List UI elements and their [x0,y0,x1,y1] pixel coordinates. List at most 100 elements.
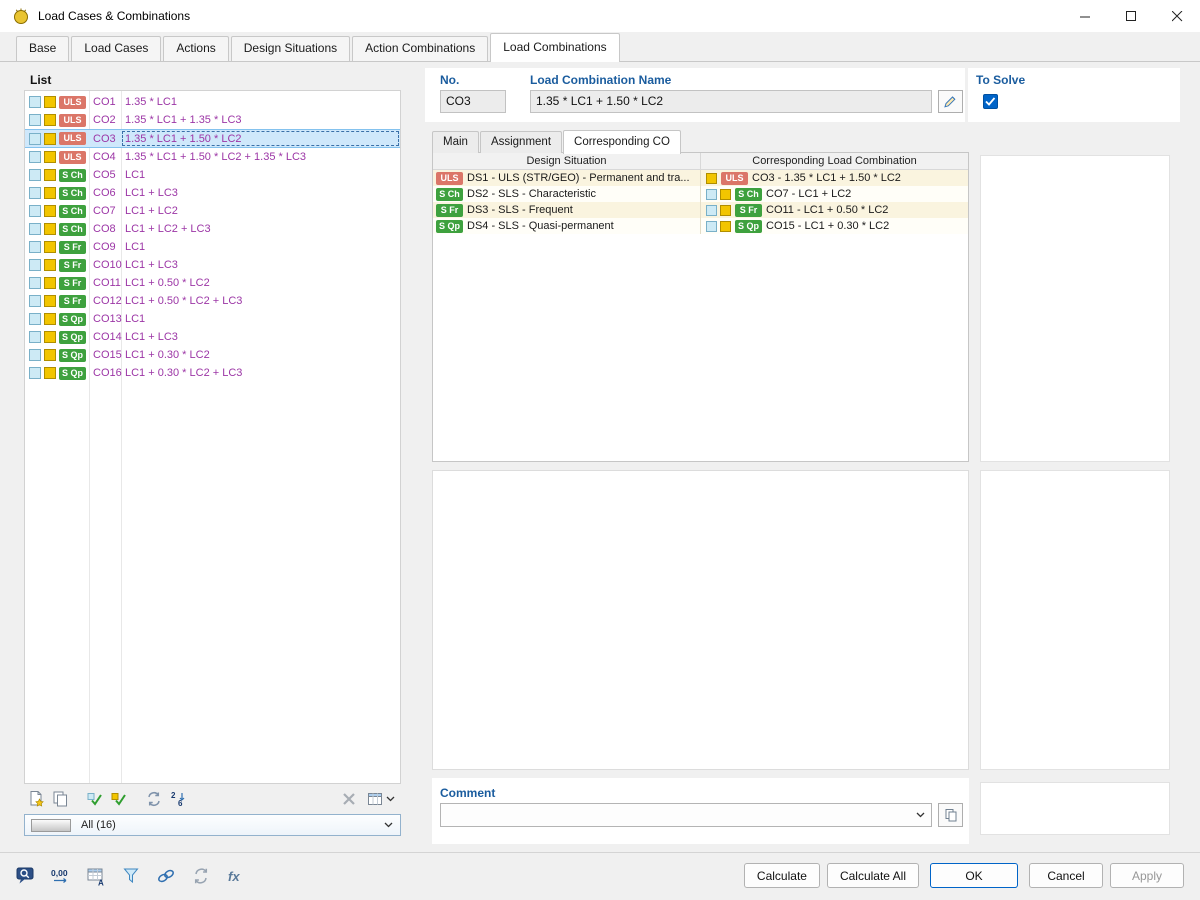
list-filter-dropdown[interactable]: All (16) [24,814,401,836]
tab-load-cases[interactable]: Load Cases [71,36,162,61]
list-item-co1[interactable]: ULS CO1 1.35 * LC1 [25,93,400,111]
list-item-co4[interactable]: ULS CO4 1.35 * LC1 + 1.50 * LC2 + 1.35 *… [25,148,400,166]
table-view-button[interactable] [361,788,401,810]
copy-combination-button[interactable] [48,788,72,810]
comment-combobox[interactable] [440,803,932,827]
no-field: CO3 [440,90,506,113]
solve-square[interactable] [29,349,41,361]
list-item-co7[interactable]: S Ch CO7 LC1 + LC2 [25,202,400,220]
subtab-main[interactable]: Main [432,131,479,153]
solve-square[interactable] [29,331,41,343]
find-button[interactable] [12,862,40,890]
status-square[interactable] [44,277,56,289]
link-button[interactable] [152,862,180,890]
units-settings-button[interactable]: A [82,862,110,890]
status-square[interactable] [44,331,56,343]
new-combination-button[interactable] [24,788,48,810]
solve-square[interactable] [29,277,41,289]
list-item-co10[interactable]: S Fr CO10 LC1 + LC3 [25,256,400,274]
solve-square[interactable] [29,241,41,253]
design-situation-badge: ULS [59,95,86,109]
status-square[interactable] [44,295,56,307]
solve-square[interactable] [29,313,41,325]
status-square[interactable] [44,151,56,163]
combination-text: CO11 - LC1 + 0.50 * LC2 [766,204,889,216]
formula-button[interactable]: fx [222,862,250,890]
solve-square[interactable] [29,187,41,199]
list-item-co5[interactable]: S Ch CO5 LC1 [25,166,400,184]
apply-button[interactable]: Apply [1110,863,1184,888]
status-square[interactable] [44,187,56,199]
tab-actions[interactable]: Actions [163,36,229,61]
status-square[interactable] [44,132,56,145]
minimize-button[interactable] [1062,0,1108,32]
list-item-co12[interactable]: S Fr CO12 LC1 + 0.50 * LC2 + LC3 [25,292,400,310]
table-row[interactable]: ULS DS1 - ULS (STR/GEO) - Permanent and … [433,170,968,186]
cyan-square [706,204,717,216]
renumber-button[interactable]: 2 6 [166,788,190,810]
list-item-co14[interactable]: S Qp CO14 LC1 + LC3 [25,328,400,346]
list-item-co15[interactable]: S Qp CO15 LC1 + 0.30 * LC2 [25,346,400,364]
regenerate-button[interactable] [187,862,215,890]
status-square[interactable] [44,169,56,181]
swap-button[interactable] [142,788,166,810]
ok-button[interactable]: OK [930,863,1018,888]
solve-square[interactable] [29,205,41,217]
maximize-icon [1125,10,1136,21]
close-button[interactable] [1154,0,1200,32]
filter-button[interactable] [117,862,145,890]
status-square[interactable] [44,205,56,217]
check-all-button[interactable] [83,788,107,810]
edit-name-button[interactable] [938,90,963,113]
tab-base[interactable]: Base [16,36,70,61]
status-square[interactable] [44,223,56,235]
table-row[interactable]: S Qp DS4 - SLS - Quasi-permanent S Qp CO… [433,218,968,234]
solve-square[interactable] [29,114,41,126]
copy-comment-button[interactable] [938,803,963,827]
decimal-places-button[interactable]: 0,00 [47,862,75,890]
list-item-co11[interactable]: S Fr CO11 LC1 + 0.50 * LC2 [25,274,400,292]
list-item-co3[interactable]: ULS CO3 1.35 * LC1 + 1.50 * LC2 [25,129,400,148]
status-square[interactable] [44,259,56,271]
maximize-button[interactable] [1108,0,1154,32]
status-square[interactable] [44,241,56,253]
calculate-button[interactable]: Calculate [743,863,820,888]
status-square[interactable] [44,367,56,379]
list-item-co16[interactable]: S Qp CO16 LC1 + 0.30 * LC2 + LC3 [25,364,400,382]
combination-list[interactable]: ULS CO1 1.35 * LC1 ULS CO2 1.35 * LC1 + … [24,90,401,784]
solve-square[interactable] [29,295,41,307]
solve-square[interactable] [29,223,41,235]
status-square[interactable] [44,114,56,126]
table-row[interactable]: S Fr DS3 - SLS - Frequent S Fr CO11 - LC… [433,202,968,218]
tab-load-combinations[interactable]: Load Combinations [490,33,620,62]
status-square[interactable] [44,96,56,108]
list-item-co6[interactable]: S Ch CO6 LC1 + LC3 [25,184,400,202]
subtab-corresponding-co[interactable]: Corresponding CO [563,130,681,154]
solve-square[interactable] [29,96,41,108]
solve-square[interactable] [29,169,41,181]
list-item-co9[interactable]: S Fr CO9 LC1 [25,238,400,256]
tab-action-combinations[interactable]: Action Combinations [352,36,489,61]
tab-label: Load Combinations [503,40,607,54]
tab-label: Action Combinations [365,41,476,55]
status-square[interactable] [44,313,56,325]
tab-design-situations[interactable]: Design Situations [230,36,351,61]
table-row[interactable]: S Ch DS2 - SLS - Characteristic S Ch CO7… [433,186,968,202]
list-item-co13[interactable]: S Qp CO13 LC1 [25,310,400,328]
check-selection-button[interactable] [107,788,131,810]
solve-square[interactable] [29,367,41,379]
subtab-assignment[interactable]: Assignment [479,131,563,153]
design-situation-badge: S Ch [59,222,86,236]
calculate-all-button[interactable]: Calculate All [826,863,919,888]
filter-color-swatch [31,818,71,832]
list-item-co2[interactable]: ULS CO2 1.35 * LC1 + 1.35 * LC3 [25,111,400,129]
solve-square[interactable] [29,132,41,145]
solve-square[interactable] [29,151,41,163]
list-item-co8[interactable]: S Ch CO8 LC1 + LC2 + LC3 [25,220,400,238]
delete-combination-button[interactable] [337,788,361,810]
list-toolbar: 2 6 [24,787,401,811]
to-solve-checkbox[interactable] [983,94,998,109]
solve-square[interactable] [29,259,41,271]
status-square[interactable] [44,349,56,361]
cancel-button[interactable]: Cancel [1029,863,1103,888]
